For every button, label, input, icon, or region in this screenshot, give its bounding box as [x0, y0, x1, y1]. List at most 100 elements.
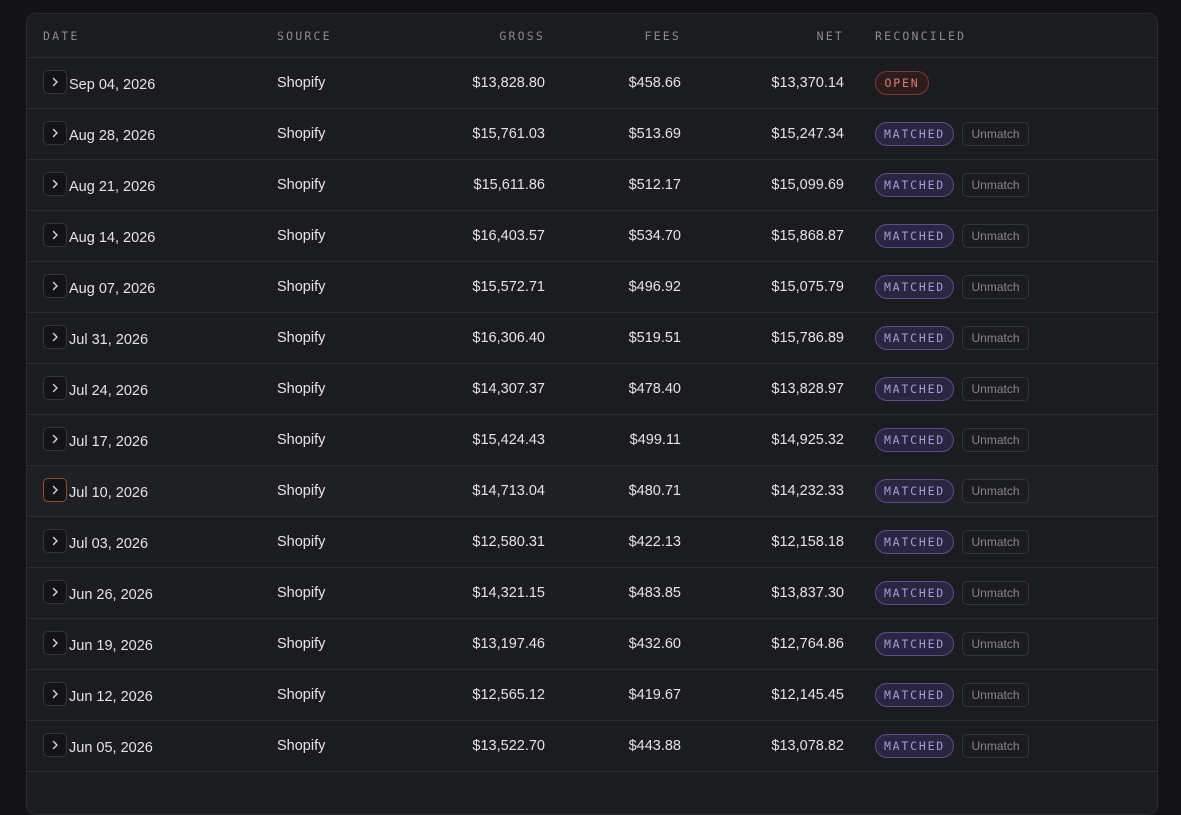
- source-cell: Shopify: [277, 177, 326, 193]
- expand-row-button[interactable]: [43, 631, 67, 655]
- net-cell: $12,145.45: [771, 687, 844, 703]
- net-cell: $13,837.30: [771, 585, 844, 601]
- unmatch-button[interactable]: Unmatch: [962, 683, 1029, 707]
- chevron-right-icon: [52, 128, 58, 138]
- chevron-right-icon: [52, 587, 58, 597]
- table-row[interactable]: Aug 07, 2026 Shopify $15,572.71 $496.92 $15,…: [27, 262, 1157, 313]
- table-row[interactable]: Aug 28, 2026 Shopify $15,761.03 $513.69 $15,…: [27, 109, 1157, 160]
- unmatch-button[interactable]: Unmatch: [962, 224, 1029, 248]
- table-row[interactable]: Jul 10, 2026 Shopify $14,713.04 $480.71 $14,…: [27, 466, 1157, 517]
- unmatch-button[interactable]: Unmatch: [962, 479, 1029, 503]
- fees-cell: $480.71: [628, 483, 681, 499]
- table-row[interactable]: Jul 03, 2026 Shopify $12,580.31 $422.13 $12,…: [27, 517, 1157, 568]
- gross-cell: $13,197.46: [472, 636, 545, 652]
- expand-row-button[interactable]: [43, 529, 67, 553]
- table-row[interactable]: Jul 31, 2026 Shopify $16,306.40 $519.51 $15,…: [27, 313, 1157, 364]
- unmatch-button[interactable]: Unmatch: [962, 122, 1029, 146]
- unmatch-button[interactable]: Unmatch: [962, 530, 1029, 554]
- source-cell: Shopify: [277, 483, 326, 499]
- date-cell: Aug 21, 2026: [69, 179, 156, 195]
- table-row[interactable]: Aug 21, 2026 Shopify $15,611.86 $512.17 $15,…: [27, 160, 1157, 211]
- fees-cell: $496.92: [628, 279, 681, 295]
- net-cell: $14,232.33: [771, 483, 844, 499]
- expand-row-button[interactable]: [43, 580, 67, 604]
- net-cell: $13,828.97: [771, 381, 844, 397]
- chevron-right-icon: [52, 179, 58, 189]
- net-cell: $13,078.82: [771, 738, 844, 754]
- table-row[interactable]: Jul 17, 2026 Shopify $15,424.43 $499.11 $14,…: [27, 415, 1157, 466]
- date-cell: Aug 14, 2026: [69, 230, 156, 246]
- status-badge: MATCHED: [875, 530, 954, 554]
- expand-row-button[interactable]: [43, 325, 67, 349]
- unmatch-button[interactable]: Unmatch: [962, 326, 1029, 350]
- date-cell: Jun 26, 2026: [69, 587, 153, 603]
- date-cell: Aug 07, 2026: [69, 281, 156, 297]
- expand-row-button[interactable]: [43, 682, 67, 706]
- source-cell: Shopify: [277, 738, 326, 754]
- chevron-right-icon: [52, 77, 58, 87]
- column-header-date[interactable]: DATE: [43, 29, 80, 43]
- net-cell: $15,075.79: [771, 279, 844, 295]
- chevron-right-icon: [52, 281, 58, 291]
- expand-row-button[interactable]: [43, 274, 67, 298]
- gross-cell: $13,522.70: [472, 738, 545, 754]
- payouts-table: DATE SOURCE GROSS FEES NET RECONCILED Se…: [26, 13, 1158, 815]
- table-row[interactable]: Aug 14, 2026 Shopify $16,403.57 $534.70 $15,…: [27, 211, 1157, 262]
- unmatch-button[interactable]: Unmatch: [962, 173, 1029, 197]
- status-badge: MATCHED: [875, 581, 954, 605]
- status-badge: MATCHED: [875, 632, 954, 656]
- chevron-right-icon: [52, 536, 58, 546]
- unmatch-button[interactable]: Unmatch: [962, 581, 1029, 605]
- unmatch-button[interactable]: Unmatch: [962, 275, 1029, 299]
- source-cell: Shopify: [277, 279, 326, 295]
- column-header-source[interactable]: SOURCE: [277, 29, 332, 43]
- net-cell: $15,786.89: [771, 330, 844, 346]
- date-cell: Aug 28, 2026: [69, 128, 156, 144]
- expand-row-button[interactable]: [43, 427, 67, 451]
- date-cell: Jul 17, 2026: [69, 434, 149, 450]
- unmatch-button[interactable]: Unmatch: [962, 734, 1029, 758]
- source-cell: Shopify: [277, 381, 326, 397]
- date-cell: Jul 31, 2026: [69, 332, 149, 348]
- table-row[interactable]: Jul 24, 2026 Shopify $14,307.37 $478.40 $13,…: [27, 364, 1157, 415]
- expand-row-button[interactable]: [43, 223, 67, 247]
- gross-cell: $14,713.04: [472, 483, 545, 499]
- expand-row-button[interactable]: [43, 376, 67, 400]
- table-row[interactable]: Jun 12, 2026 Shopify $12,565.12 $419.67 $12,…: [27, 670, 1157, 721]
- status-badge: OPEN: [875, 71, 929, 95]
- expand-row-button[interactable]: [43, 121, 67, 145]
- unmatch-button[interactable]: Unmatch: [962, 428, 1029, 452]
- expand-row-button[interactable]: [43, 478, 67, 502]
- table-row[interactable]: Sep 04, 2026 Shopify $13,828.80 $458.66 $13,…: [27, 58, 1157, 109]
- date-cell: Jun 19, 2026: [69, 638, 153, 654]
- chevron-right-icon: [52, 689, 58, 699]
- chevron-right-icon: [52, 638, 58, 648]
- net-cell: $15,868.87: [771, 228, 844, 244]
- expand-row-button[interactable]: [43, 70, 67, 94]
- column-header-reconciled[interactable]: RECONCILED: [875, 29, 966, 43]
- chevron-right-icon: [52, 434, 58, 444]
- gross-cell: $13,828.80: [472, 75, 545, 91]
- source-cell: Shopify: [277, 534, 326, 550]
- column-header-net[interactable]: NET: [817, 29, 844, 43]
- column-header-fees[interactable]: FEES: [645, 29, 682, 43]
- unmatch-button[interactable]: Unmatch: [962, 632, 1029, 656]
- table-row[interactable]: Jun 05, 2026 Shopify $13,522.70 $443.88 $13,…: [27, 721, 1157, 772]
- chevron-right-icon: [52, 383, 58, 393]
- column-header-gross[interactable]: GROSS: [499, 29, 545, 43]
- fees-cell: $483.85: [628, 585, 681, 601]
- table-body: Sep 04, 2026 Shopify $13,828.80 $458.66 $13,…: [27, 58, 1157, 772]
- gross-cell: $15,761.03: [472, 126, 545, 142]
- table-row[interactable]: Jun 19, 2026 Shopify $13,197.46 $432.60 $12,…: [27, 619, 1157, 670]
- gross-cell: $12,580.31: [472, 534, 545, 550]
- unmatch-button[interactable]: Unmatch: [962, 377, 1029, 401]
- status-badge: MATCHED: [875, 173, 954, 197]
- gross-cell: $14,321.15: [472, 585, 545, 601]
- table-row[interactable]: Jun 26, 2026 Shopify $14,321.15 $483.85 $13,…: [27, 568, 1157, 619]
- chevron-right-icon: [52, 230, 58, 240]
- date-cell: Jul 10, 2026: [69, 485, 149, 501]
- source-cell: Shopify: [277, 126, 326, 142]
- expand-row-button[interactable]: [43, 172, 67, 196]
- date-cell: Jun 12, 2026: [69, 689, 153, 705]
- expand-row-button[interactable]: [43, 733, 67, 757]
